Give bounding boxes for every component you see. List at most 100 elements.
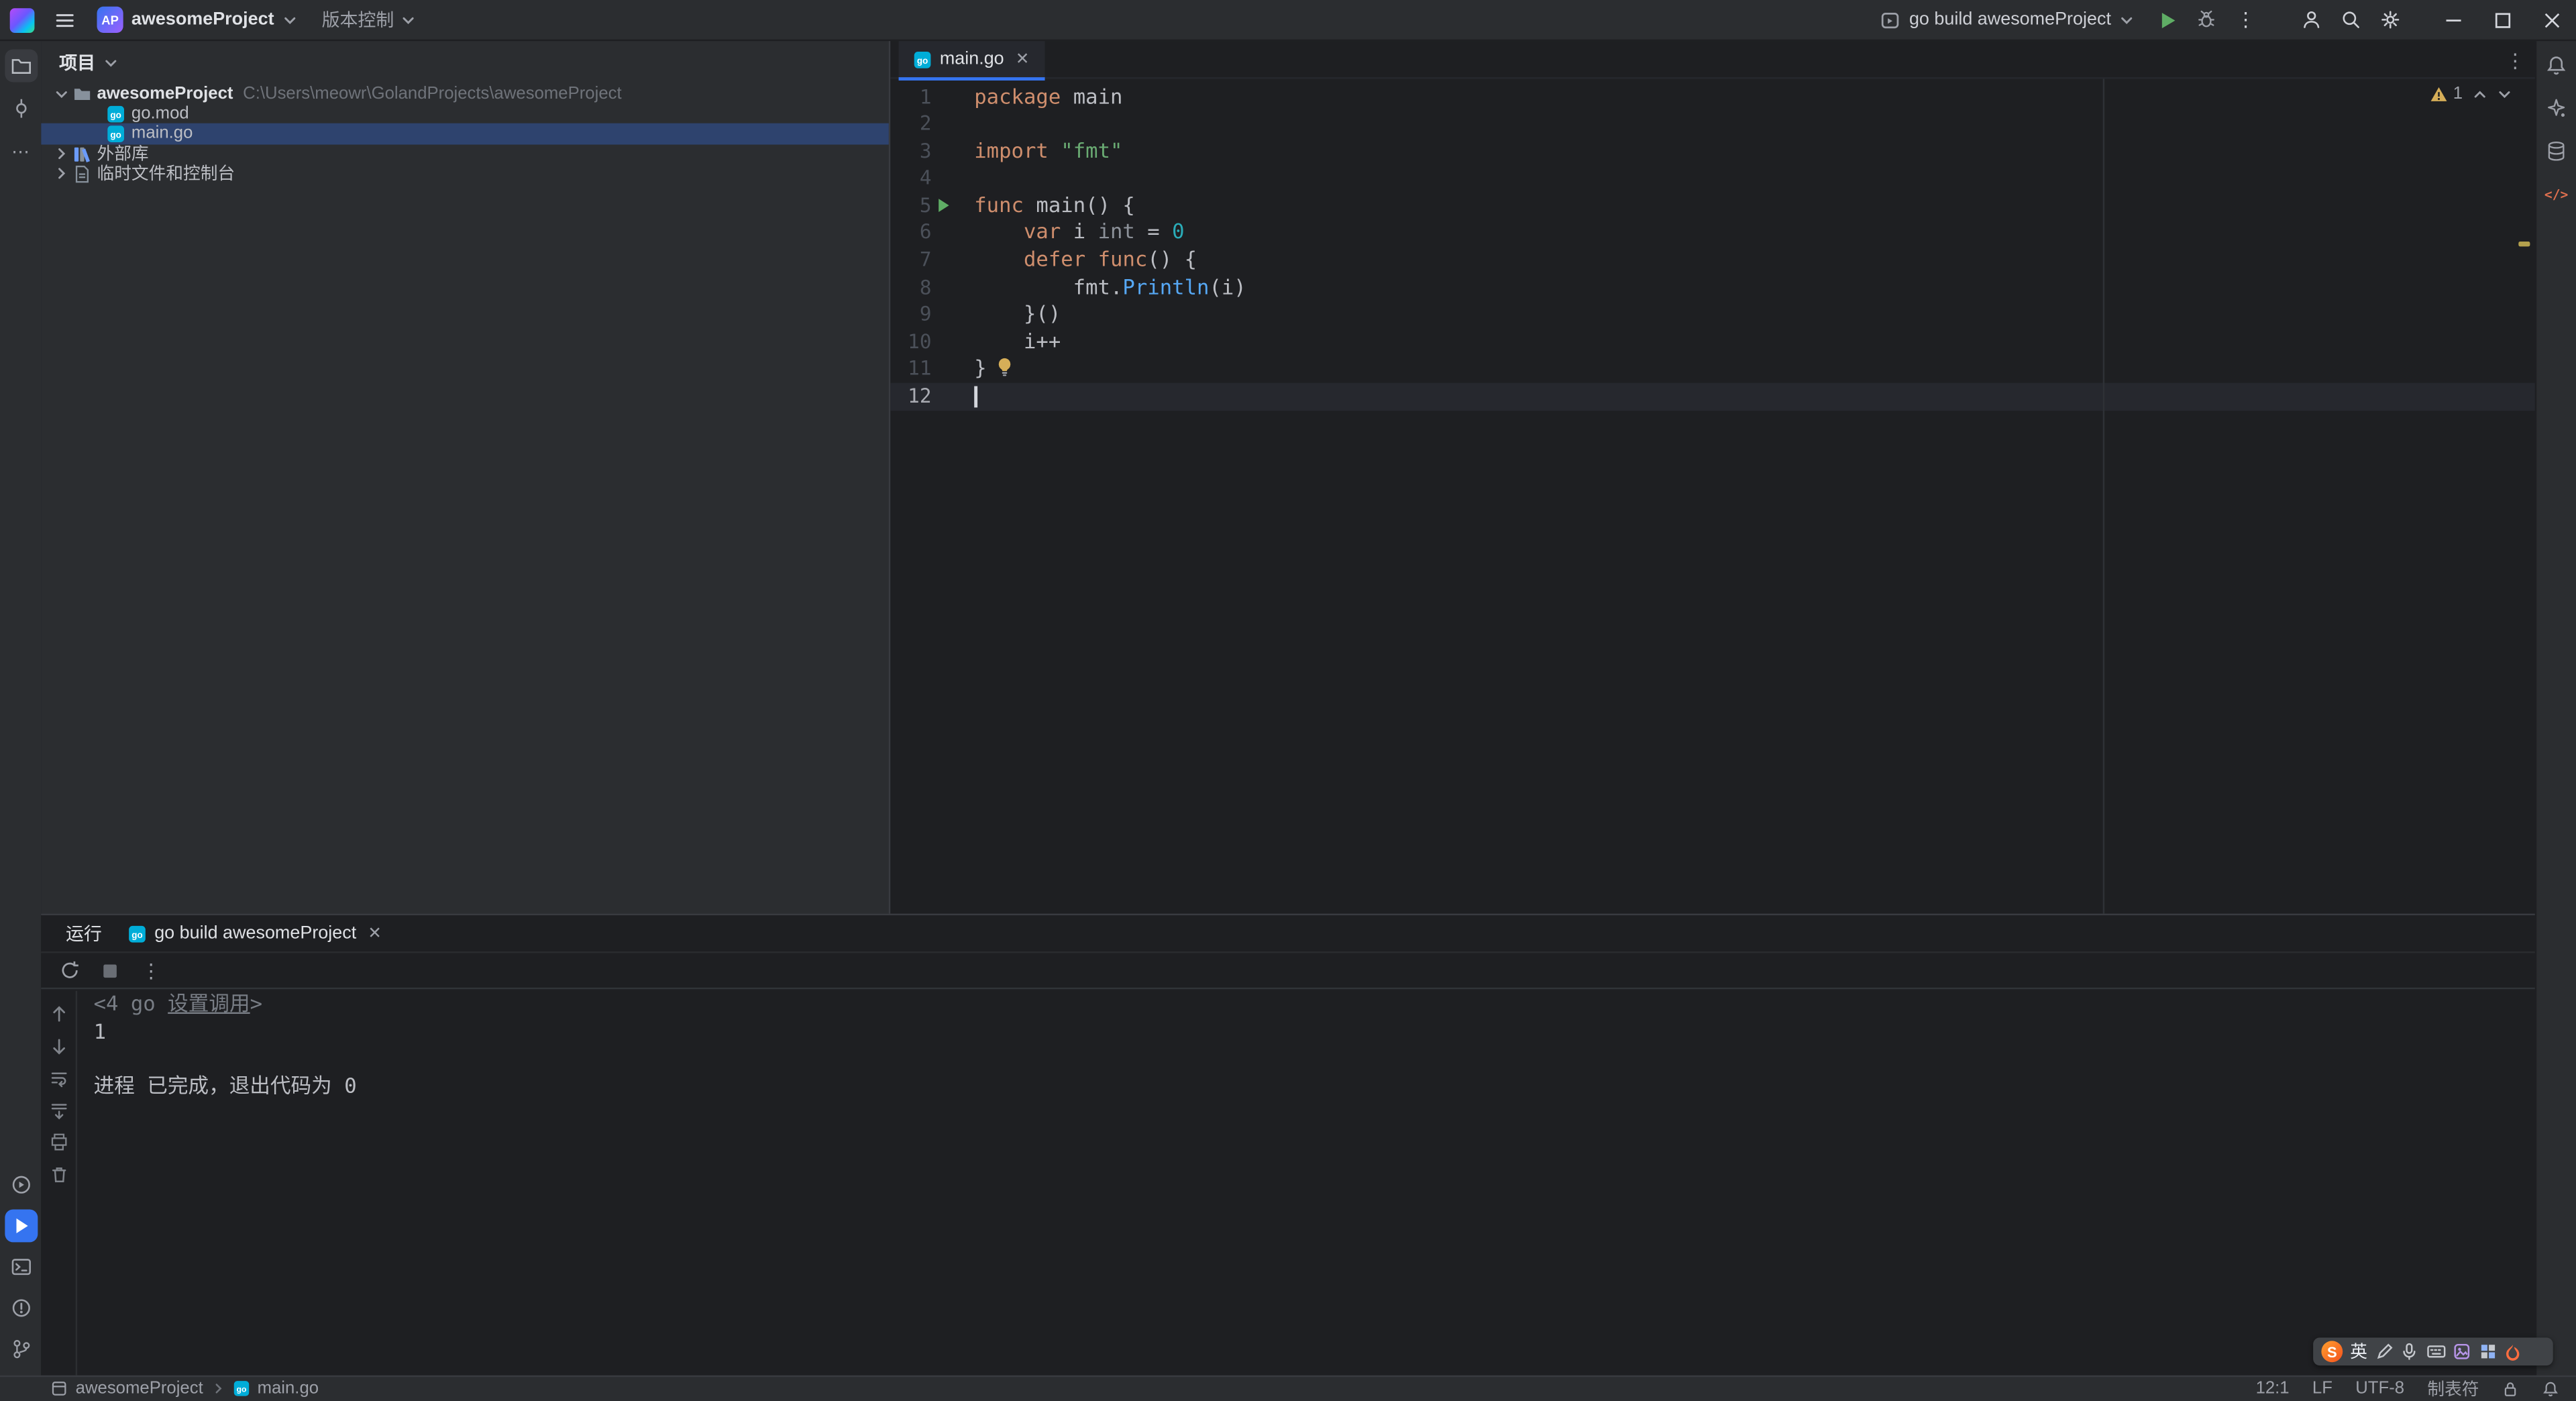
- chevron-right-icon[interactable]: [51, 166, 70, 181]
- more-toolwindows-button[interactable]: ⋯: [4, 135, 37, 168]
- breadcrumb-file[interactable]: main.go: [258, 1379, 319, 1398]
- clear-console-button[interactable]: [45, 1161, 71, 1187]
- code-line-6[interactable]: var i int = 0: [974, 219, 2535, 247]
- gutter-line-3[interactable]: 3: [890, 138, 972, 165]
- vcs-menu-button[interactable]: 版本控制: [312, 3, 425, 37]
- database-toolwindow-button[interactable]: [2540, 135, 2573, 168]
- markup-toolwindow-button[interactable]: </>: [2540, 177, 2573, 210]
- ai-assistant-button[interactable]: [2540, 92, 2573, 125]
- ime-language-indicator[interactable]: 英: [2350, 1339, 2367, 1364]
- ime-skin-icon[interactable]: [2453, 1343, 2471, 1361]
- run-gutter-icon[interactable]: [936, 197, 951, 213]
- print-button[interactable]: [45, 1129, 71, 1155]
- line-separator-widget[interactable]: LF: [2312, 1379, 2332, 1398]
- code-line-5[interactable]: func main() {: [974, 192, 2535, 219]
- gutter-line-10[interactable]: 10: [890, 328, 972, 356]
- gutter-line-11[interactable]: 11: [890, 356, 972, 383]
- code-line-2[interactable]: [974, 110, 2535, 138]
- terminal-toolwindow-button[interactable]: [4, 1250, 37, 1283]
- code-line-10[interactable]: i++: [974, 328, 2535, 356]
- project-toolwindow-button[interactable]: [4, 49, 38, 83]
- editor-body[interactable]: 1 2 3 4 5 6 7 8 9 10 11 12 package main import "fmt"…: [890, 79, 2535, 914]
- editor-tab-options-button[interactable]: ⋮: [2506, 41, 2525, 79]
- intention-bulb-icon[interactable]: [995, 358, 1013, 379]
- scrollbar-warning-mark[interactable]: [2518, 242, 2530, 247]
- gutter-line-2[interactable]: 2: [890, 110, 972, 138]
- run-button[interactable]: [2149, 3, 2185, 37]
- code-line-4[interactable]: [974, 165, 2535, 193]
- gutter-line-8[interactable]: 8: [890, 274, 972, 301]
- gutter-line-5[interactable]: 5: [890, 192, 972, 219]
- next-occurrence-button[interactable]: [45, 1033, 71, 1059]
- gutter-line-6[interactable]: 6: [890, 219, 972, 247]
- code-line-11[interactable]: }: [974, 356, 2535, 383]
- soft-wrap-button[interactable]: [45, 1065, 71, 1091]
- code-line-8[interactable]: fmt.Println(i): [974, 274, 2535, 301]
- code-line-3[interactable]: import "fmt": [974, 138, 2535, 165]
- notifications-button[interactable]: [2540, 49, 2573, 82]
- indent-widget[interactable]: 制表符: [2427, 1376, 2479, 1401]
- ime-toolbox-icon[interactable]: [2478, 1343, 2496, 1361]
- problems-toolwindow-button[interactable]: [4, 1291, 37, 1324]
- console-link[interactable]: 设置调用: [168, 991, 250, 1016]
- console-output[interactable]: <4 go 设置调用> 1 进程 已完成，退出代码为 0: [77, 991, 2535, 1375]
- tree-item-awesomeProject[interactable]: awesomeProject C:\Users\meowr\GolandProje…: [41, 84, 889, 104]
- chevron-up-icon[interactable]: [2473, 87, 2487, 101]
- gutter-line-7[interactable]: 7: [890, 247, 972, 274]
- readonly-lock-widget[interactable]: [2502, 1380, 2518, 1398]
- caret-position-widget[interactable]: 12:1: [2256, 1379, 2290, 1398]
- commit-toolwindow-button[interactable]: [4, 92, 37, 125]
- gutter-line-12[interactable]: 12: [890, 383, 972, 411]
- chevron-right-icon[interactable]: [51, 146, 70, 161]
- code-line-1[interactable]: package main: [974, 83, 2535, 111]
- gutter-line-4[interactable]: 4: [890, 165, 972, 193]
- ime-fire-icon[interactable]: [2504, 1342, 2522, 1361]
- debug-button[interactable]: [2188, 3, 2224, 37]
- tree-item-外部库[interactable]: 外部库: [41, 144, 889, 164]
- project-selector[interactable]: AP awesomeProject: [87, 3, 307, 37]
- project-panel-header[interactable]: 项目: [41, 41, 889, 84]
- run-tab[interactable]: go go build awesomeProject ✕: [128, 923, 382, 943]
- tree-item-go.mod[interactable]: go go.mod: [41, 104, 889, 124]
- prev-occurrence-button[interactable]: [45, 1000, 71, 1027]
- code-with-me-button[interactable]: [2294, 3, 2330, 37]
- notifications-widget[interactable]: [2542, 1380, 2560, 1398]
- more-actions-button[interactable]: ⋮: [2228, 3, 2264, 37]
- encoding-widget[interactable]: UTF-8: [2355, 1379, 2404, 1398]
- settings-button[interactable]: [2372, 3, 2408, 37]
- services-toolwindow-button[interactable]: [4, 1168, 37, 1200]
- gutter-line-9[interactable]: 9: [890, 301, 972, 329]
- breadcrumb: awesomeProject go main.go: [51, 1379, 319, 1398]
- run-config-selector[interactable]: go build awesomeProject: [1868, 3, 2146, 37]
- run-more-options-button[interactable]: ⋮: [138, 957, 164, 984]
- search-everywhere-button[interactable]: [2333, 3, 2369, 37]
- ime-mic-icon[interactable]: [2400, 1343, 2418, 1361]
- rerun-button[interactable]: [56, 957, 82, 984]
- minimize-button[interactable]: [2428, 0, 2477, 40]
- git-toolwindow-button[interactable]: [4, 1332, 37, 1365]
- code-line-12[interactable]: [974, 383, 2535, 411]
- maximize-button[interactable]: [2477, 0, 2526, 40]
- sogou-logo-icon[interactable]: S: [2321, 1341, 2343, 1363]
- ime-keyboard-icon[interactable]: [2426, 1343, 2445, 1361]
- code-line-9[interactable]: }(): [974, 301, 2535, 329]
- chevron-down-icon[interactable]: [51, 87, 70, 101]
- stop-button[interactable]: [97, 957, 123, 984]
- close-button[interactable]: [2527, 0, 2576, 40]
- tree-item-临时文件和控制台[interactable]: 临时文件和控制台: [41, 164, 889, 185]
- chevron-down-icon[interactable]: [2497, 87, 2512, 101]
- inspection-widget[interactable]: 1: [2430, 84, 2512, 103]
- tree-item-main.go[interactable]: go main.go: [41, 123, 889, 144]
- line-number: 9: [919, 303, 932, 326]
- code-token: main() {: [1023, 192, 1135, 217]
- ime-pen-icon[interactable]: [2375, 1343, 2393, 1361]
- breadcrumb-project[interactable]: awesomeProject: [76, 1379, 203, 1398]
- editor-tab-main-go[interactable]: go main.go ✕: [898, 40, 1044, 80]
- main-menu-button[interactable]: [46, 3, 83, 37]
- run-toolwindow-button[interactable]: [4, 1208, 38, 1242]
- scroll-to-end-button[interactable]: [45, 1097, 71, 1123]
- tab-close-icon[interactable]: ✕: [1016, 50, 1030, 68]
- run-tab-close-icon[interactable]: ✕: [368, 925, 382, 943]
- code-line-7[interactable]: defer func() {: [974, 247, 2535, 274]
- gutter-line-1[interactable]: 1: [890, 83, 972, 111]
